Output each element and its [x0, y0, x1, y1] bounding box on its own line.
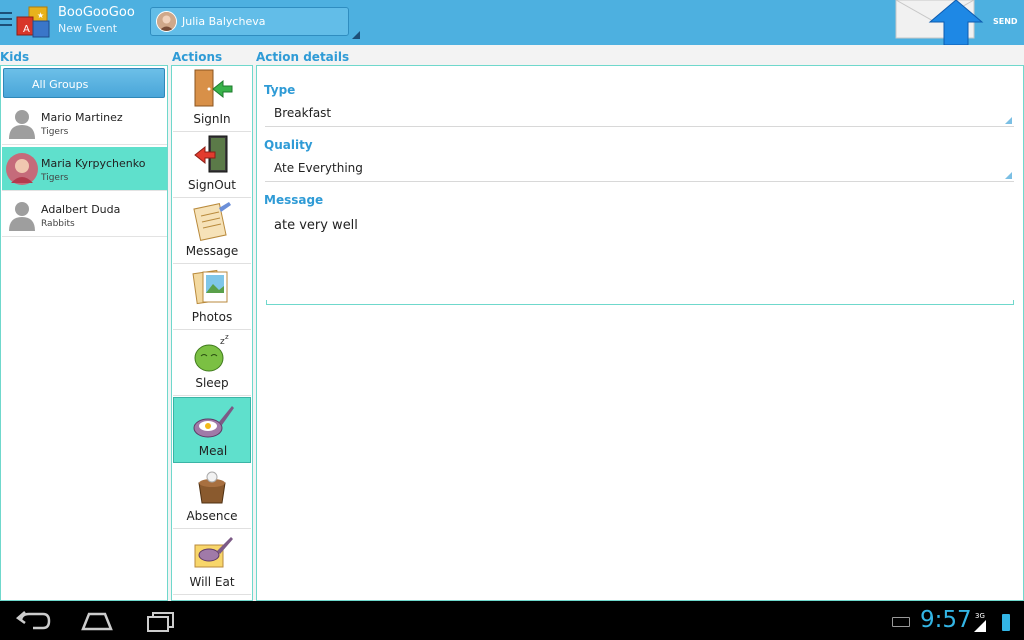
- quality-spinner[interactable]: Ate Everything: [265, 157, 1014, 182]
- sign-in-door-icon: [194, 69, 233, 107]
- action-signin[interactable]: SignIn: [173, 66, 251, 132]
- actions-section-label: Actions: [172, 50, 223, 64]
- message-notepad-icon: [193, 202, 231, 241]
- app-title: BooGooGoo: [58, 5, 135, 20]
- action-message[interactable]: Message: [173, 198, 251, 264]
- svg-text:★: ★: [37, 11, 44, 20]
- svg-text:z: z: [225, 333, 229, 341]
- type-label: Type: [264, 83, 296, 97]
- signal-icon: [974, 620, 986, 632]
- user-selector[interactable]: Julia Balycheva: [150, 7, 360, 39]
- sleep-icon: z z: [194, 333, 229, 372]
- svg-text:A: A: [23, 24, 30, 35]
- all-groups-button[interactable]: All Groups: [3, 68, 165, 98]
- drawer-menu-icon[interactable]: [0, 12, 12, 30]
- kid-group: Tigers: [41, 173, 69, 183]
- user-avatar: [156, 11, 177, 32]
- home-icon[interactable]: [77, 609, 117, 633]
- absence-icon: [198, 471, 226, 504]
- quality-label: Quality: [264, 138, 313, 152]
- input-edge: [266, 300, 267, 305]
- type-spinner[interactable]: Breakfast: [265, 102, 1014, 127]
- kid-photo-icon: [6, 153, 38, 185]
- sign-out-door-icon: [194, 135, 228, 173]
- details-section-label: Action details: [256, 50, 350, 64]
- action-meal[interactable]: Meal: [173, 397, 251, 463]
- will-eat-icon: [194, 537, 233, 568]
- action-label: Absence: [186, 509, 238, 523]
- action-label: Will Eat: [189, 575, 235, 589]
- kid-row-adalbert[interactable]: Adalbert Duda Rabbits: [2, 193, 167, 237]
- action-signout[interactable]: SignOut: [173, 132, 251, 198]
- recent-apps-icon[interactable]: [141, 609, 181, 633]
- action-photos[interactable]: Photos: [173, 264, 251, 330]
- send-label[interactable]: SEND: [993, 17, 1018, 26]
- app-subtitle: New Event: [58, 22, 118, 35]
- message-input[interactable]: ate very well: [266, 212, 1014, 305]
- kid-group: Rabbits: [41, 219, 75, 229]
- app-logo-icon[interactable]: A ★: [15, 5, 51, 39]
- action-details-panel: Type Breakfast Quality Ate Everything Me…: [256, 65, 1024, 601]
- system-nav-bar: [0, 601, 1024, 640]
- actions-list: SignIn SignOut Message Photos z z Sleep …: [171, 65, 253, 601]
- kid-name: Mario Martinez: [41, 111, 123, 124]
- action-label: Photos: [191, 310, 233, 324]
- person-placeholder-icon: [9, 110, 35, 139]
- action-will-eat[interactable]: Will Eat: [173, 529, 251, 595]
- action-absence[interactable]: Absence: [173, 463, 251, 529]
- dropdown-corner-icon: [352, 31, 360, 39]
- photos-icon: [192, 269, 228, 305]
- user-photo-icon: [157, 12, 176, 31]
- kid-name: Maria Kyrpychenko: [41, 157, 146, 170]
- person-placeholder-icon: [9, 202, 35, 231]
- meal-pan-icon: [193, 406, 234, 438]
- action-label: Sleep: [195, 376, 229, 390]
- network-type: 3G: [975, 612, 985, 620]
- type-value: Breakfast: [274, 106, 332, 120]
- dropdown-corner-icon: [1005, 117, 1012, 124]
- action-sleep[interactable]: z z Sleep: [173, 330, 251, 396]
- message-label: Message: [264, 193, 324, 207]
- kid-row-maria[interactable]: Maria Kyrpychenko Tigers: [2, 147, 167, 191]
- action-bar: A ★ BooGooGoo New Event Julia Balycheva …: [0, 0, 1024, 46]
- back-icon[interactable]: [13, 609, 53, 633]
- kid-group: Tigers: [41, 127, 69, 137]
- action-label: Message: [185, 244, 239, 258]
- kid-row-mario[interactable]: Mario Martinez Tigers: [2, 101, 167, 145]
- kids-section-label: Kids: [0, 50, 30, 64]
- action-label: SignIn: [193, 112, 231, 126]
- dropdown-corner-icon: [1005, 172, 1012, 179]
- action-label: SignOut: [188, 178, 236, 192]
- input-edge: [1013, 300, 1014, 305]
- kid-name: Adalbert Duda: [41, 203, 121, 216]
- battery-icon: [1002, 614, 1010, 631]
- quality-value: Ate Everything: [274, 161, 363, 175]
- user-name: Julia Balycheva: [182, 15, 266, 28]
- kids-list: All Groups Mario Martinez Tigers Maria K…: [0, 65, 168, 601]
- action-label: Meal: [198, 444, 228, 458]
- all-groups-label: All Groups: [32, 78, 89, 91]
- message-value: ate very well: [274, 218, 358, 233]
- keyboard-icon: [892, 617, 910, 627]
- clock: 9:57: [920, 607, 972, 633]
